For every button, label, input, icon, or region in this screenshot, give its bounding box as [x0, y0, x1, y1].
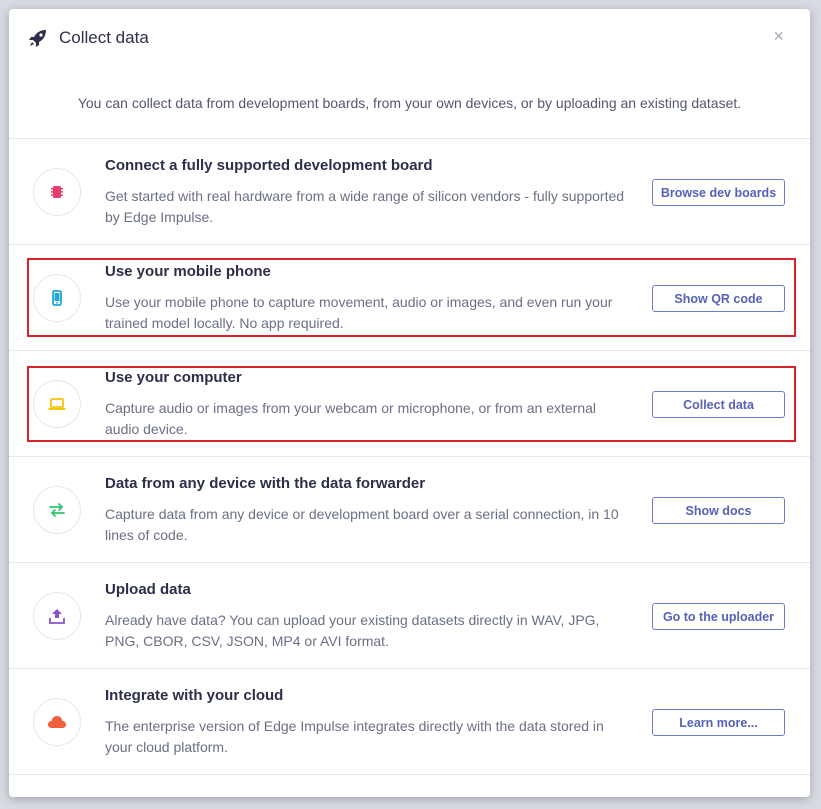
option-data-forwarder: Data from any device with the data forwa…	[9, 457, 810, 563]
option-description: Capture audio or images from your webcam…	[105, 400, 596, 437]
go-to-uploader-button[interactable]: Go to the uploader	[652, 603, 785, 630]
option-dev-board: Connect a fully supported development bo…	[9, 139, 810, 245]
laptop-icon	[33, 380, 81, 428]
option-title: Integrate with your cloud	[105, 687, 284, 704]
browse-dev-boards-button[interactable]: Browse dev boards	[652, 179, 785, 206]
option-title: Upload data	[105, 581, 191, 598]
option-upload: Upload data Already have data? You can u…	[9, 563, 810, 669]
collect-data-dialog: Collect data × You can collect data from…	[9, 9, 810, 797]
option-description: Get started with real hardware from a wi…	[105, 188, 625, 225]
dialog-title: Collect data	[59, 28, 149, 47]
option-title: Data from any device with the data forwa…	[105, 475, 426, 492]
exchange-arrows-icon	[33, 486, 81, 534]
option-description: The enterprise version of Edge Impulse i…	[105, 718, 604, 755]
mobile-phone-icon	[33, 274, 81, 322]
show-docs-button[interactable]: Show docs	[652, 497, 785, 524]
close-button[interactable]: ×	[773, 27, 784, 45]
option-title: Use your mobile phone	[105, 263, 271, 280]
option-title: Use your computer	[105, 369, 242, 386]
dialog-intro: You can collect data from development bo…	[9, 67, 810, 139]
rocket-icon	[29, 29, 47, 47]
option-title: Connect a fully supported development bo…	[105, 157, 433, 174]
option-computer: Use your computer Capture audio or image…	[9, 351, 810, 457]
chip-icon	[33, 168, 81, 216]
show-qr-code-button[interactable]: Show QR code	[652, 285, 785, 312]
dialog-header: Collect data ×	[9, 9, 810, 67]
learn-more-button[interactable]: Learn more...	[652, 709, 785, 736]
option-description: Already have data? You can upload your e…	[105, 612, 600, 649]
option-cloud: Integrate with your cloud The enterprise…	[9, 669, 810, 775]
upload-icon	[33, 592, 81, 640]
option-mobile-phone: Use your mobile phone Use your mobile ph…	[9, 245, 810, 351]
collect-data-button[interactable]: Collect data	[652, 391, 785, 418]
option-description: Capture data from any device or developm…	[105, 506, 619, 543]
option-description: Use your mobile phone to capture movemen…	[105, 294, 613, 331]
cloud-icon	[33, 698, 81, 746]
